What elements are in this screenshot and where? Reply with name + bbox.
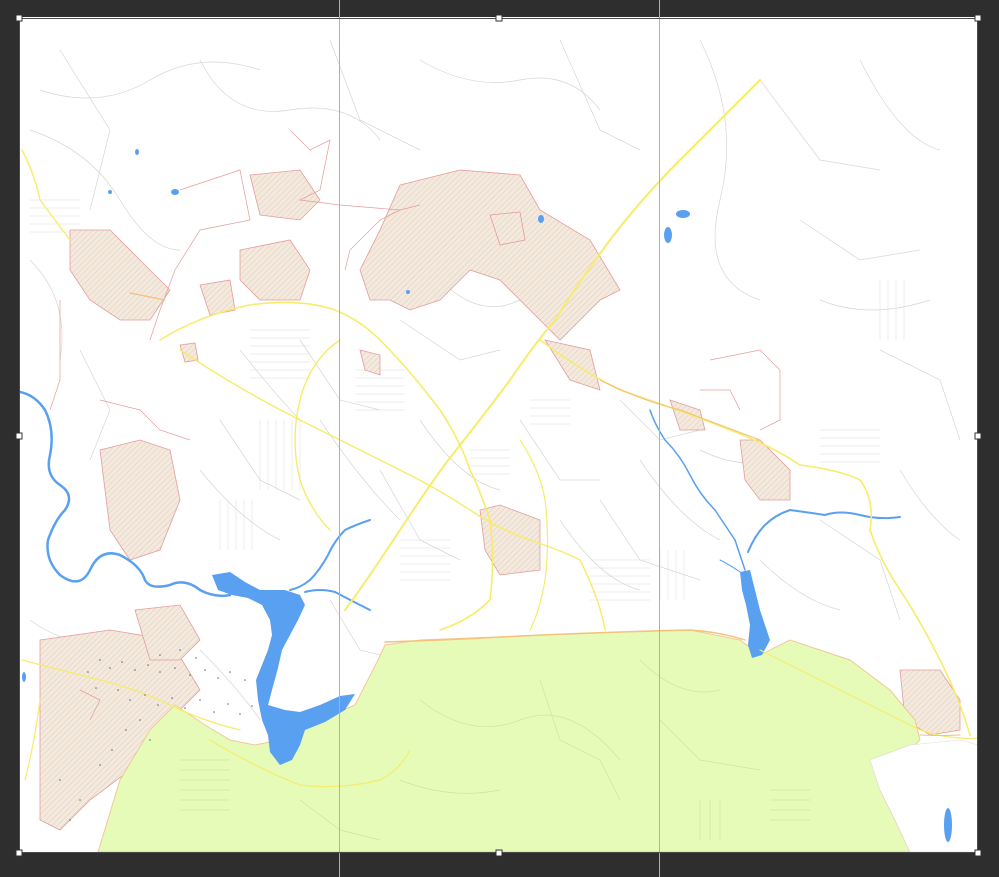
map-artboard [15,0,982,877]
pond [135,149,139,155]
resize-handle-bc[interactable] [495,849,503,857]
pond [406,290,410,294]
pond [664,227,672,243]
pond [171,189,179,195]
pond [676,210,690,218]
resize-handle-tc[interactable] [495,14,503,22]
resize-handle-bl[interactable] [15,849,23,857]
resize-handle-tr[interactable] [974,14,982,22]
resize-handle-br[interactable] [974,849,982,857]
illustrator-workspace [0,0,999,877]
pond [22,672,26,682]
resize-handle-mr[interactable] [974,432,982,440]
east-valley-arterial [919,734,961,737]
pond [538,215,544,223]
resize-handle-tl[interactable] [15,14,23,22]
resize-handle-ml[interactable] [15,432,23,440]
pond [108,190,112,194]
pond [944,808,952,842]
